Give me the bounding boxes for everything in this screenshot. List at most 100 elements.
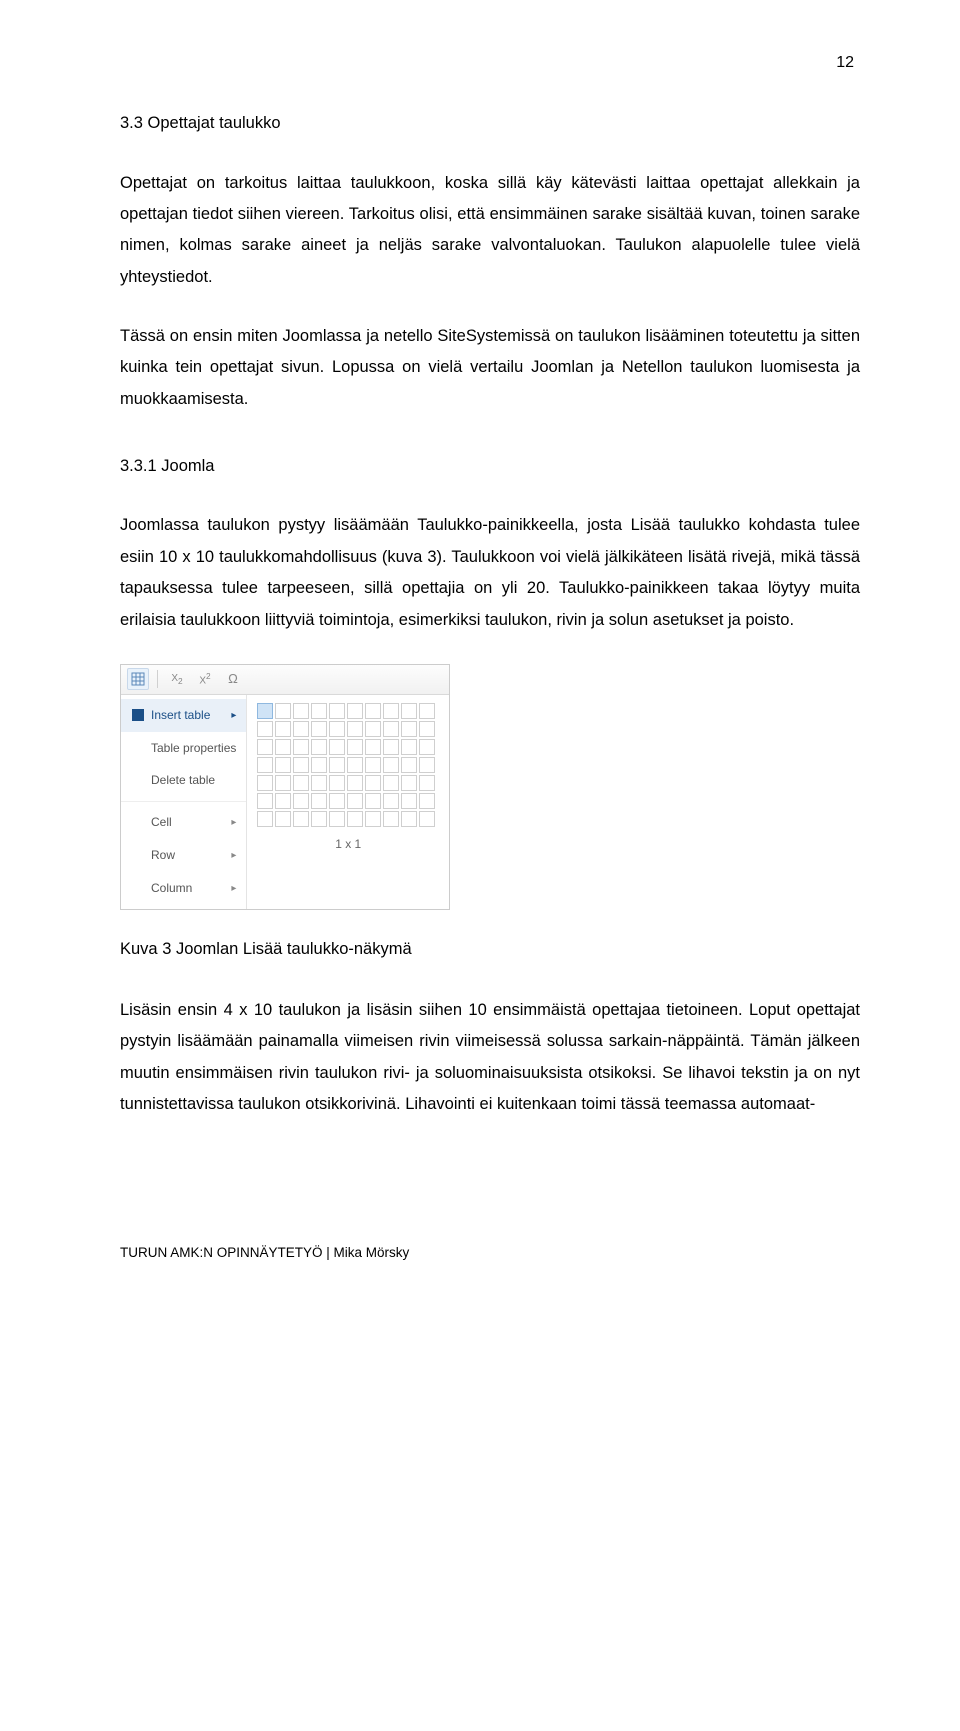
editor-table-dropdown: X2 X2 Ω Insert table ▸: [120, 664, 450, 910]
menu-cell[interactable]: Cell ▸: [121, 806, 246, 839]
grid-cell[interactable]: [329, 721, 345, 737]
grid-cell[interactable]: [401, 793, 417, 809]
grid-cell[interactable]: [419, 793, 435, 809]
figure-3-wrapper: X2 X2 Ω Insert table ▸: [120, 664, 860, 910]
grid-cell[interactable]: [293, 739, 309, 755]
grid-cell[interactable]: [311, 757, 327, 773]
grid-cell[interactable]: [257, 739, 273, 755]
grid-cell[interactable]: [275, 811, 291, 827]
grid-cell[interactable]: [257, 775, 273, 791]
grid-cell[interactable]: [275, 793, 291, 809]
grid-cell[interactable]: [275, 757, 291, 773]
grid-cell[interactable]: [347, 775, 363, 791]
grid-cell[interactable]: [275, 703, 291, 719]
grid-cell[interactable]: [347, 757, 363, 773]
menu-label: Row: [151, 844, 175, 867]
grid-cell[interactable]: [293, 793, 309, 809]
menu-label: Table properties: [151, 737, 236, 760]
grid-cell[interactable]: [401, 703, 417, 719]
grid-cell[interactable]: [383, 721, 399, 737]
grid-cell[interactable]: [257, 721, 273, 737]
grid-cell[interactable]: [329, 793, 345, 809]
grid-cell[interactable]: [383, 757, 399, 773]
grid-cell[interactable]: [365, 757, 381, 773]
grid-cell[interactable]: [311, 793, 327, 809]
grid-cell[interactable]: [293, 721, 309, 737]
grid-cell[interactable]: [257, 793, 273, 809]
grid-cell[interactable]: [419, 775, 435, 791]
heading-section-3-3-1: 3.3.1 Joomla: [120, 451, 860, 482]
grid-cell[interactable]: [401, 721, 417, 737]
grid-cell[interactable]: [401, 811, 417, 827]
grid-cell[interactable]: [383, 793, 399, 809]
grid-cell[interactable]: [419, 721, 435, 737]
grid-cell[interactable]: [275, 775, 291, 791]
footer-attribution: TURUN AMK:N OPINNÄYTETYÖ | Mika Mörsky: [120, 1240, 860, 1266]
grid-cell[interactable]: [275, 739, 291, 755]
grid-cell[interactable]: [293, 703, 309, 719]
menu-insert-table[interactable]: Insert table ▸: [121, 699, 246, 732]
grid-cell[interactable]: [365, 811, 381, 827]
table-grid-icon: [131, 672, 145, 686]
table-size-grid-panel: 1 x 1: [247, 695, 449, 909]
grid-cell[interactable]: [383, 811, 399, 827]
heading-section-3-3: 3.3 Opettajat taulukko: [120, 108, 860, 139]
menu-label: Insert table: [151, 704, 210, 727]
subscript-icon: X2: [171, 669, 182, 690]
table-size-grid[interactable]: [257, 703, 439, 827]
chevron-right-icon: ▸: [231, 706, 236, 725]
grid-cell[interactable]: [311, 811, 327, 827]
grid-cell[interactable]: [347, 721, 363, 737]
grid-cell[interactable]: [365, 775, 381, 791]
grid-cell[interactable]: [365, 739, 381, 755]
grid-cell[interactable]: [257, 703, 273, 719]
figure-3-caption: Kuva 3 Joomlan Lisää taulukko-näkymä: [120, 934, 860, 965]
grid-cell[interactable]: [419, 739, 435, 755]
blank-icon: [131, 881, 145, 895]
grid-cell[interactable]: [419, 811, 435, 827]
grid-cell[interactable]: [329, 757, 345, 773]
grid-cell[interactable]: [311, 775, 327, 791]
grid-cell[interactable]: [257, 757, 273, 773]
menu-column[interactable]: Column ▸: [121, 872, 246, 905]
grid-cell[interactable]: [311, 703, 327, 719]
grid-cell[interactable]: [419, 757, 435, 773]
grid-cell[interactable]: [401, 739, 417, 755]
grid-cell[interactable]: [401, 757, 417, 773]
grid-cell[interactable]: [383, 775, 399, 791]
grid-cell[interactable]: [257, 811, 273, 827]
menu-table-properties[interactable]: Table properties: [121, 732, 246, 765]
grid-cell[interactable]: [275, 721, 291, 737]
grid-cell[interactable]: [293, 757, 309, 773]
grid-cell[interactable]: [311, 739, 327, 755]
grid-cell[interactable]: [329, 811, 345, 827]
toolbar-table-button[interactable]: [127, 668, 149, 690]
grid-cell[interactable]: [347, 793, 363, 809]
grid-cell[interactable]: [329, 775, 345, 791]
menu-separator: [121, 801, 246, 802]
grid-cell[interactable]: [329, 739, 345, 755]
toolbar-omega-button[interactable]: Ω: [222, 668, 244, 690]
grid-cell[interactable]: [329, 703, 345, 719]
grid-cell[interactable]: [383, 703, 399, 719]
grid-cell[interactable]: [293, 811, 309, 827]
grid-cell[interactable]: [293, 775, 309, 791]
menu-row[interactable]: Row ▸: [121, 839, 246, 872]
toolbar-subscript-button[interactable]: X2: [166, 668, 188, 690]
grid-cell[interactable]: [347, 811, 363, 827]
grid-cell[interactable]: [401, 775, 417, 791]
grid-cell[interactable]: [365, 703, 381, 719]
grid-cell[interactable]: [365, 721, 381, 737]
grid-cell[interactable]: [365, 793, 381, 809]
grid-cell[interactable]: [347, 739, 363, 755]
toolbar-superscript-button[interactable]: X2: [194, 668, 216, 690]
grid-cell[interactable]: [419, 703, 435, 719]
omega-icon: Ω: [228, 667, 238, 692]
menu-delete-table[interactable]: Delete table: [121, 764, 246, 797]
grid-cell[interactable]: [311, 721, 327, 737]
blank-icon: [131, 774, 145, 788]
grid-cell[interactable]: [383, 739, 399, 755]
blank-icon: [131, 741, 145, 755]
menu-label: Column: [151, 877, 192, 900]
grid-cell[interactable]: [347, 703, 363, 719]
